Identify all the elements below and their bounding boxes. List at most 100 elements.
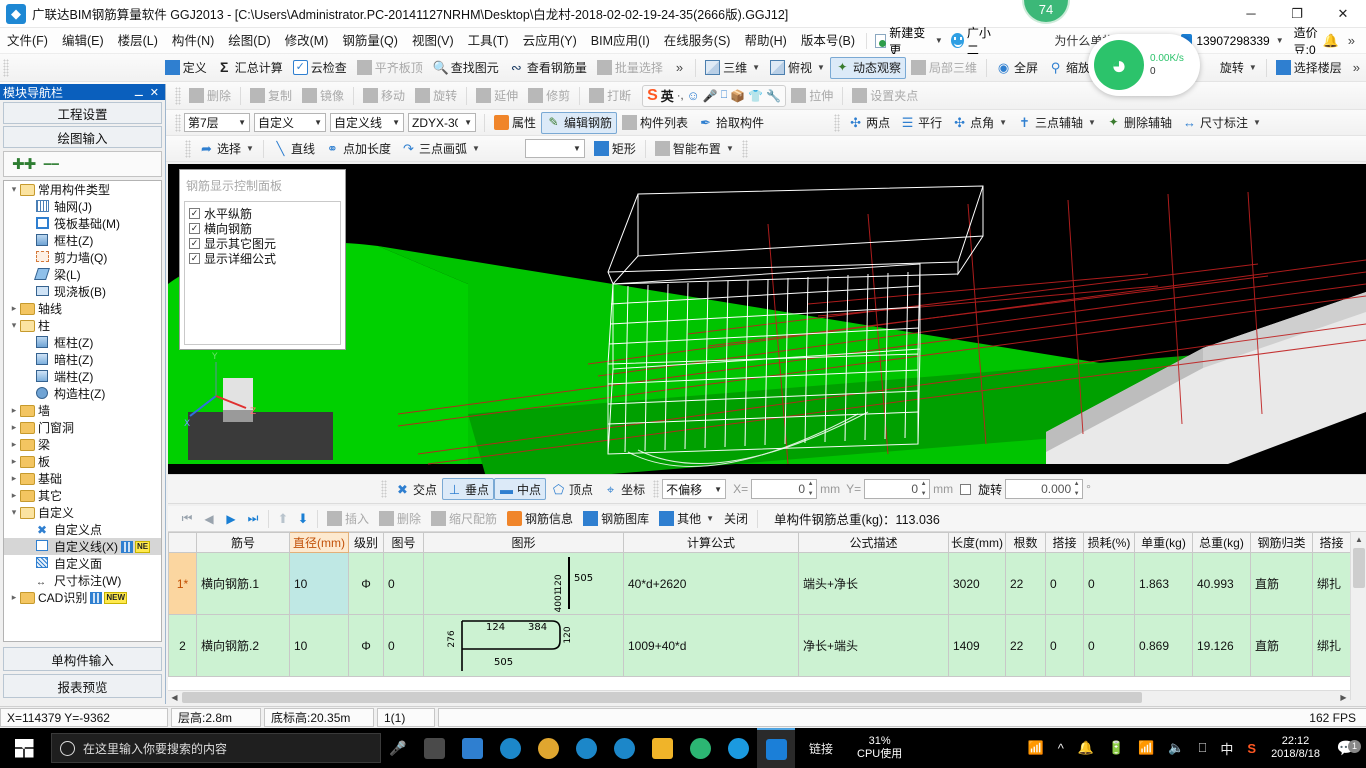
offset-mode-select[interactable]: 不偏移 ▼ bbox=[662, 479, 727, 499]
new-change-button[interactable]: 新建变更 ▼ bbox=[871, 24, 947, 58]
cell-unit-weight[interactable]: 1.863 bbox=[1134, 552, 1193, 615]
rebar-info-button[interactable]: 钢筋信息 bbox=[502, 508, 578, 530]
type-select[interactable]: 自定义线 ▼ bbox=[330, 113, 404, 132]
cell-grade[interactable]: Φ bbox=[348, 552, 384, 615]
rebar-library-button[interactable]: 钢筋图库 bbox=[578, 508, 654, 530]
tree-item-23[interactable]: ↔ 尺寸标注(W) bbox=[4, 572, 161, 589]
delete-axis-button[interactable]: ✦ 删除辅轴 bbox=[1101, 112, 1177, 134]
snap-midpoint-button[interactable]: ▬ 中点 bbox=[494, 478, 547, 500]
snap-vertex-button[interactable]: ⬠ 顶点 bbox=[546, 478, 598, 500]
menu-rebar-qty[interactable]: 钢筋量(Q) bbox=[335, 28, 405, 54]
col-shape[interactable]: 图形 bbox=[423, 532, 624, 553]
app-s-icon[interactable] bbox=[453, 728, 491, 768]
extend-button[interactable]: 延伸 bbox=[471, 85, 523, 107]
toolbar-grip[interactable] bbox=[185, 139, 191, 158]
sogou-icon[interactable]: S bbox=[1240, 741, 1263, 756]
checkbox-horizontal-longitudinal[interactable]: ✓ bbox=[189, 208, 200, 219]
start-button[interactable] bbox=[0, 728, 48, 768]
grid-horizontal-scrollbar[interactable]: ◀ ▶ bbox=[168, 690, 1350, 703]
menu-modify[interactable]: 修改(M) bbox=[278, 28, 336, 54]
cell-loss[interactable]: 0 bbox=[1083, 552, 1135, 615]
tree-item-4[interactable]: 剪力墙(Q) bbox=[4, 249, 161, 266]
tab-drawing-input[interactable]: 绘图输入 bbox=[3, 126, 162, 148]
tree-item-19[interactable]: ▾ 自定义 bbox=[4, 504, 161, 521]
menubar-overflow-icon[interactable]: » bbox=[1343, 33, 1360, 48]
chevron-right-icon[interactable]: ▸ bbox=[8, 303, 20, 314]
toolbar-grip[interactable] bbox=[653, 480, 660, 498]
sogou-logo-icon[interactable]: S bbox=[647, 87, 658, 105]
tree-item-20[interactable]: ✖ 自定义点 bbox=[4, 521, 161, 538]
chevron-right-icon[interactable]: ▸ bbox=[8, 473, 20, 484]
view-rebar-button[interactable]: ∾ 查看钢筋量 bbox=[504, 57, 592, 79]
col-splice2[interactable]: 搭接 bbox=[1312, 532, 1351, 553]
tree-item-9[interactable]: 框柱(Z) bbox=[4, 334, 161, 351]
chevron-down-icon[interactable]: ▼ bbox=[999, 118, 1007, 127]
chevron-down-icon[interactable]: ▼ bbox=[1088, 118, 1096, 127]
tree-item-0[interactable]: ▾ 常用构件类型 bbox=[4, 181, 161, 198]
col-grade[interactable]: 级别 bbox=[348, 532, 384, 553]
select-floor-button[interactable]: 选择楼层 bbox=[1271, 57, 1347, 79]
rectangle-tool-button[interactable]: 矩形 bbox=[589, 138, 641, 160]
chevron-down-icon[interactable]: ▼ bbox=[246, 144, 254, 153]
snap-perpendicular-button[interactable]: ⊥ 垂点 bbox=[442, 478, 495, 500]
three-point-arc-button[interactable]: ↷ 三点画弧 ▼ bbox=[396, 138, 485, 160]
toolbar-grip[interactable] bbox=[834, 113, 841, 132]
cell-shape[interactable]: 120 4001 505 bbox=[423, 552, 624, 615]
parallel-button[interactable]: ☰ 平行 bbox=[895, 112, 947, 134]
snap-intersection-button[interactable]: ✖ 交点 bbox=[390, 478, 442, 500]
edit-rebar-button[interactable]: ✎ 编辑钢筋 bbox=[541, 111, 618, 134]
menu-help[interactable]: 帮助(H) bbox=[737, 28, 793, 54]
scroll-left-icon[interactable]: ◀ bbox=[168, 691, 181, 704]
view-top-button[interactable]: 俯视 ▼ bbox=[765, 57, 830, 79]
delete-row-button[interactable]: 删除 bbox=[374, 508, 426, 530]
chevron-down-icon[interactable]: ▼ bbox=[1253, 118, 1261, 127]
close-panel-button[interactable]: 关闭 bbox=[719, 508, 753, 530]
orbit-button[interactable]: ✦ 动态观察 bbox=[829, 56, 906, 79]
col-splice[interactable]: 搭接 bbox=[1045, 532, 1084, 553]
menu-bim-apps[interactable]: BIM应用(I) bbox=[584, 28, 657, 54]
wifi-icon[interactable]: 📶 bbox=[1021, 740, 1051, 756]
toolbox-icon[interactable]: 📦 bbox=[730, 89, 745, 103]
tree-item-16[interactable]: ▸ 板 bbox=[4, 453, 161, 470]
member-list-button[interactable]: 构件列表 bbox=[617, 112, 693, 134]
search-input[interactable]: 在这里输入你要搜索的内容 bbox=[51, 733, 381, 763]
col-count[interactable]: 根数 bbox=[1005, 532, 1046, 553]
tree-item-5[interactable]: 梁(L) bbox=[4, 266, 161, 283]
chevron-down-icon[interactable]: ▼ bbox=[752, 63, 760, 72]
toolbar-grip[interactable] bbox=[3, 58, 9, 77]
cell-class[interactable]: 直筋 bbox=[1250, 614, 1313, 677]
align-slab-button[interactable]: 平齐板顶 bbox=[352, 57, 428, 79]
insert-row-button[interactable]: 插入 bbox=[322, 508, 374, 530]
chevron-down-icon[interactable]: ▼ bbox=[472, 144, 480, 153]
assistant-button[interactable]: 广小二 bbox=[947, 24, 1003, 58]
tree-item-15[interactable]: ▸ 梁 bbox=[4, 436, 161, 453]
ie-icon[interactable] bbox=[605, 728, 643, 768]
trim-button[interactable]: 修剪 bbox=[523, 85, 575, 107]
scroll-right-icon[interactable]: ▶ bbox=[1337, 691, 1350, 704]
tree-item-22[interactable]: 自定义面 bbox=[4, 555, 161, 572]
define-button[interactable]: 定义 bbox=[160, 57, 212, 79]
bell-icon[interactable]: 🔔 bbox=[1323, 33, 1339, 49]
toolbar-grip[interactable] bbox=[381, 480, 387, 498]
wifi-speed-widget[interactable]: ◕ 0.00K/s 0 bbox=[1088, 34, 1200, 96]
col-description[interactable]: 公式描述 bbox=[798, 532, 949, 553]
cell-figure-no[interactable]: 0 bbox=[383, 614, 424, 677]
menu-floor[interactable]: 楼层(L) bbox=[111, 28, 165, 54]
menu-file[interactable]: 文件(F) bbox=[0, 28, 55, 54]
pin-icon[interactable]: ⚊ bbox=[131, 86, 147, 99]
chevron-down-icon[interactable]: ▼ bbox=[1249, 63, 1257, 72]
chevron-down-icon[interactable]: ▼ bbox=[1276, 36, 1284, 45]
pick-member-button[interactable]: ✒ 拾取构件 bbox=[693, 112, 769, 134]
properties-button[interactable]: 属性 bbox=[489, 112, 541, 134]
cell-description[interactable]: 净长+端头 bbox=[798, 614, 949, 677]
tree-item-2[interactable]: 筏板基础(M) bbox=[4, 215, 161, 232]
cell-splice[interactable]: 0 bbox=[1045, 614, 1084, 677]
chevron-down-icon[interactable]: ▼ bbox=[817, 63, 825, 72]
wrench-icon[interactable]: 🔧 bbox=[766, 89, 781, 103]
copy-button[interactable]: 复制 bbox=[245, 85, 297, 107]
point-angle-button[interactable]: ✣ 点角 ▼ bbox=[947, 112, 1012, 134]
smart-layout-button[interactable]: 智能布置 ▼ bbox=[650, 138, 739, 160]
keyboard-icon[interactable]: ⎕ bbox=[1192, 740, 1214, 756]
checkbox-transverse-rebar[interactable]: ✓ bbox=[189, 223, 200, 234]
menu-online-service[interactable]: 在线服务(S) bbox=[657, 28, 738, 54]
